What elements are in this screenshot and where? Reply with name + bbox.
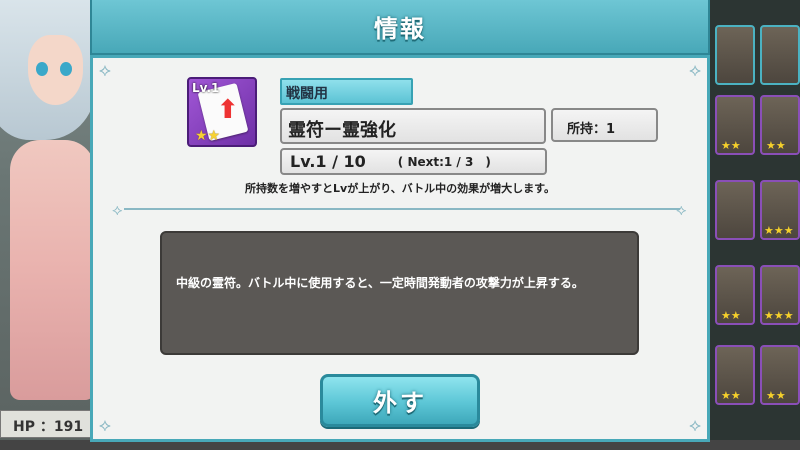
description-box: 中級の霊符。バトル中に使用すると、一定時間発動者の攻撃力が上昇する。 — [160, 231, 639, 355]
unit-card[interactable] — [760, 25, 800, 85]
hp-display: HP ：191 — [0, 410, 95, 438]
unit-card[interactable]: ★★ — [715, 95, 755, 155]
unit-card[interactable] — [715, 180, 755, 240]
unit-card[interactable]: ★★ — [715, 265, 755, 325]
unit-card[interactable]: ★★ — [760, 345, 800, 405]
divider-ornament-icon: ⟡ — [112, 200, 123, 219]
category-badge: 戦闘用 — [280, 78, 413, 105]
item-name: 霊符ー霊強化 — [280, 108, 546, 144]
corner-ornament-icon: ⟡ — [689, 415, 701, 436]
item-icon-level: Lv.1 — [192, 81, 220, 95]
character-eye — [60, 62, 72, 76]
level-info-text: 所持数を増やすとLvが上がり、バトル中の効果が増大します。 — [245, 182, 555, 195]
section-divider — [124, 208, 680, 210]
unit-list: ★★ ★★ ★★★ ★★ ★★★ ★★ ★★ — [705, 0, 800, 450]
character-eye — [36, 62, 48, 76]
remove-button[interactable]: 外す — [320, 374, 480, 427]
rarity-stars: ★★ — [195, 128, 221, 144]
dialog-header: 情報 — [90, 0, 710, 55]
item-icon: ⬆ Lv.1 ★★ — [187, 77, 257, 147]
arrow-up-icon: ⬆ — [217, 95, 239, 125]
item-description: 中級の霊符。バトル中に使用すると、一定時間発動者の攻撃力が上昇する。 — [176, 276, 584, 290]
unit-card[interactable]: ★★★ — [760, 265, 800, 325]
corner-ornament-icon: ⟡ — [689, 60, 701, 81]
unit-card[interactable]: ★★ — [760, 95, 800, 155]
owned-count: 所持：1 — [551, 108, 658, 142]
unit-card[interactable]: ★★ — [715, 345, 755, 405]
level-value: Lv.1 / 10 — [290, 152, 366, 171]
unit-card[interactable]: ★★★ — [760, 180, 800, 240]
corner-ornament-icon: ⟡ — [99, 60, 111, 81]
level-field: Lv.1 / 10 ( Next:1 / 3 ) — [280, 148, 547, 175]
next-level-progress: ( Next:1 / 3 ) — [397, 155, 491, 169]
character-body — [10, 140, 95, 400]
remove-button-label: 外す — [373, 389, 427, 417]
corner-ornament-icon: ⟡ — [99, 415, 111, 436]
unit-card[interactable] — [715, 25, 755, 85]
divider-ornament-icon: ⟡ — [676, 200, 687, 219]
dialog-title: 情報 — [374, 15, 426, 43]
